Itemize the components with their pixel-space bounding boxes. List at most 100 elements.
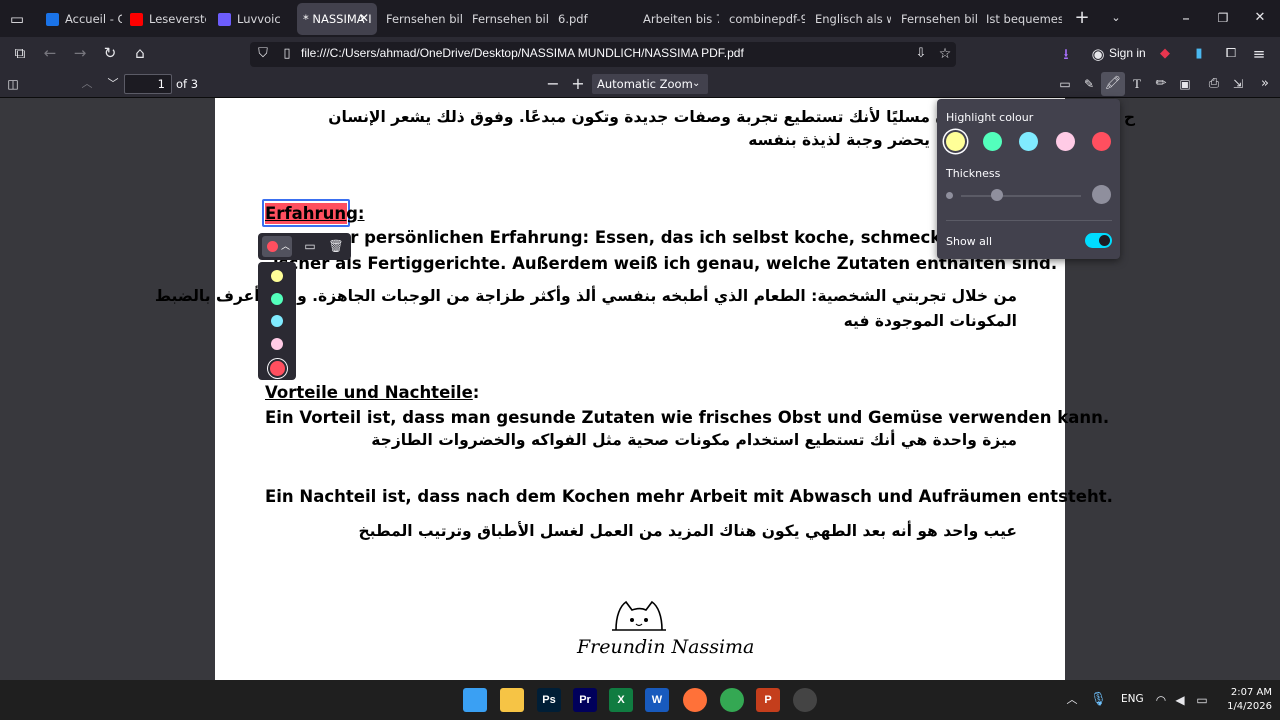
tab[interactable]: Englisch als wel [809,3,891,35]
image-tool-icon[interactable]: ▣ [1176,74,1194,94]
highlight-selection[interactable]: Erfahrung: [262,199,365,227]
tab-label: Leseverstehen [149,12,206,26]
dropdown-color-option[interactable] [271,337,283,350]
windows-start-app-icon[interactable] [463,688,487,712]
list-tabs-icon[interactable]: ⌄ [1106,8,1126,28]
window-close-icon[interactable]: ✕ [1250,8,1270,28]
next-page-icon[interactable]: ﹀ [104,74,122,94]
toggle-sidebar-icon[interactable]: ◫ [4,74,22,94]
sidebar-icon[interactable]: ⧉ [10,43,30,63]
sign-in-link[interactable]: Sign in [1109,46,1146,60]
chrome-app-icon[interactable] [720,688,744,712]
tab[interactable]: Arbeiten bis 75 [637,3,719,35]
tab-favicon-icon [218,12,231,26]
previous-page-icon[interactable]: ︿ [78,74,96,94]
highlight-color-swatch[interactable] [1055,132,1075,151]
reader-view-icon[interactable]: ⇩ [912,44,930,64]
microphone-icon[interactable]: 🎙 [1090,690,1107,710]
chevron-up-icon: ︿ [281,242,291,252]
restore-icon[interactable]: ❐ [1213,8,1233,28]
highlight-color-swatch[interactable] [1092,132,1111,151]
page-icon: ▯ [283,46,291,61]
dropdown-color-option[interactable] [271,292,283,305]
extensions-icon[interactable]: ⧠ [1222,44,1240,64]
tab[interactable]: Fernsehen bilde [895,3,977,35]
arabic-text-line: المكونات الموجودة فيه [843,312,1017,330]
tab[interactable]: 6.pdf [552,3,634,35]
zoom-in-icon[interactable]: + [569,74,587,94]
shield-icon[interactable]: ⛉ [254,44,272,64]
volume-icon[interactable]: ◀ [1172,690,1188,710]
highlight-color-swatch[interactable] [1019,132,1038,151]
delete-icon[interactable]: 🗑 [326,236,346,256]
tab[interactable]: Fernsehen bilde [466,3,548,35]
show-all-toggle[interactable] [1085,233,1112,248]
tab[interactable]: Ist bequemes E [980,3,1062,35]
file-explorer-app-icon[interactable] [500,688,524,712]
page-number-input[interactable]: 1 [124,74,172,94]
add-comment-icon[interactable]: ▭ [300,236,320,256]
firefox-app-icon[interactable] [683,688,707,712]
bookmark-star-icon[interactable]: ☆ [936,44,954,64]
language-indicator[interactable]: ENG [1121,693,1144,705]
tab-close-icon[interactable]: ✕ [359,11,369,25]
ublock-icon[interactable]: ◆ [1156,44,1174,64]
text-tool-icon[interactable]: T [1128,74,1146,94]
minimize-icon[interactable]: – [1176,8,1196,28]
photoshop-app-icon[interactable]: Ps [537,688,561,712]
print-icon[interactable]: ⎙ [1205,74,1223,94]
word-app-icon[interactable]: W [645,688,669,712]
home-icon[interactable]: ⌂ [130,43,150,63]
heading-erfahrung: Erfahrung: [265,204,365,223]
clock-time: 2:07 AM [1230,687,1272,698]
save-icon[interactable]: ⇲ [1229,74,1247,94]
highlight-tool-button[interactable]: 🖍 [1101,72,1125,96]
page-total: of 3 [176,77,199,91]
tab[interactable]: Accueil - G [40,3,122,35]
highlight-color-swatch[interactable] [946,132,965,151]
draw-tool-icon[interactable]: ✏ [1152,74,1170,94]
tab[interactable]: Luvvoic [212,3,294,35]
comment-icon[interactable]: ▭ [1056,74,1074,94]
thickness-slider[interactable] [961,195,1081,197]
battery-icon[interactable]: ▭ [1193,690,1211,710]
downloads-icon[interactable]: ⭳ [1056,44,1076,64]
powerpoint-app-icon[interactable]: P [756,688,780,712]
color-picker-button[interactable]: ︿ [262,236,292,257]
dropdown-color-option[interactable] [271,270,283,282]
excel-app-icon[interactable]: X [609,688,633,712]
zoom-out-icon[interactable]: − [544,74,562,94]
obs-app-icon[interactable] [793,688,817,712]
dropdown-color-option[interactable] [269,360,285,376]
tab-overview-icon[interactable]: ▭ [8,9,26,29]
tab[interactable]: * NASSIMA I ✕ [297,3,377,35]
tab-label: Englisch als wel [815,12,891,26]
tab-label: 6.pdf [558,12,588,26]
highlight-color-swatch[interactable] [982,132,1002,151]
zoom-select[interactable]: Automatic Zoom ⌄ [592,74,708,94]
reload-icon[interactable]: ↻ [100,43,120,63]
german-text-line: er persönlichen Erfahrung: Essen, das ic… [339,228,1017,247]
tab[interactable]: Fernsehen bilde [380,3,462,35]
premiere-app-icon[interactable]: Pr [573,688,597,712]
dropdown-color-option[interactable] [271,315,283,327]
thickness-slider-thumb[interactable] [991,189,1003,201]
signature-icon[interactable]: ✎ [1080,74,1098,94]
show-hidden-icons-icon[interactable]: ︿ [1064,690,1080,710]
color-dropdown [258,262,296,380]
tab-label: Accueil - G [65,12,122,26]
back-icon[interactable]: ← [40,43,60,63]
extension-ghost-icon[interactable]: ▮ [1190,44,1208,64]
clock[interactable]: 2:07 AM 1/4/2026 [1222,686,1272,714]
tools-menu-icon[interactable]: » [1256,74,1274,94]
menu-icon[interactable]: ≡ [1250,44,1268,64]
thickness-label: Thickness [946,167,1001,180]
url-text[interactable]: file:///C:/Users/ahmad/OneDrive/Desktop/… [301,46,744,60]
tab[interactable]: Leseverstehen [124,3,206,35]
account-icon[interactable]: ◉ [1088,44,1108,64]
forward-icon[interactable]: → [70,43,90,63]
tab[interactable]: combinepdf-9.p [723,3,805,35]
new-tab-icon[interactable]: + [1072,8,1092,28]
divider [946,220,1112,221]
wifi-icon[interactable]: ◠ [1153,690,1169,710]
